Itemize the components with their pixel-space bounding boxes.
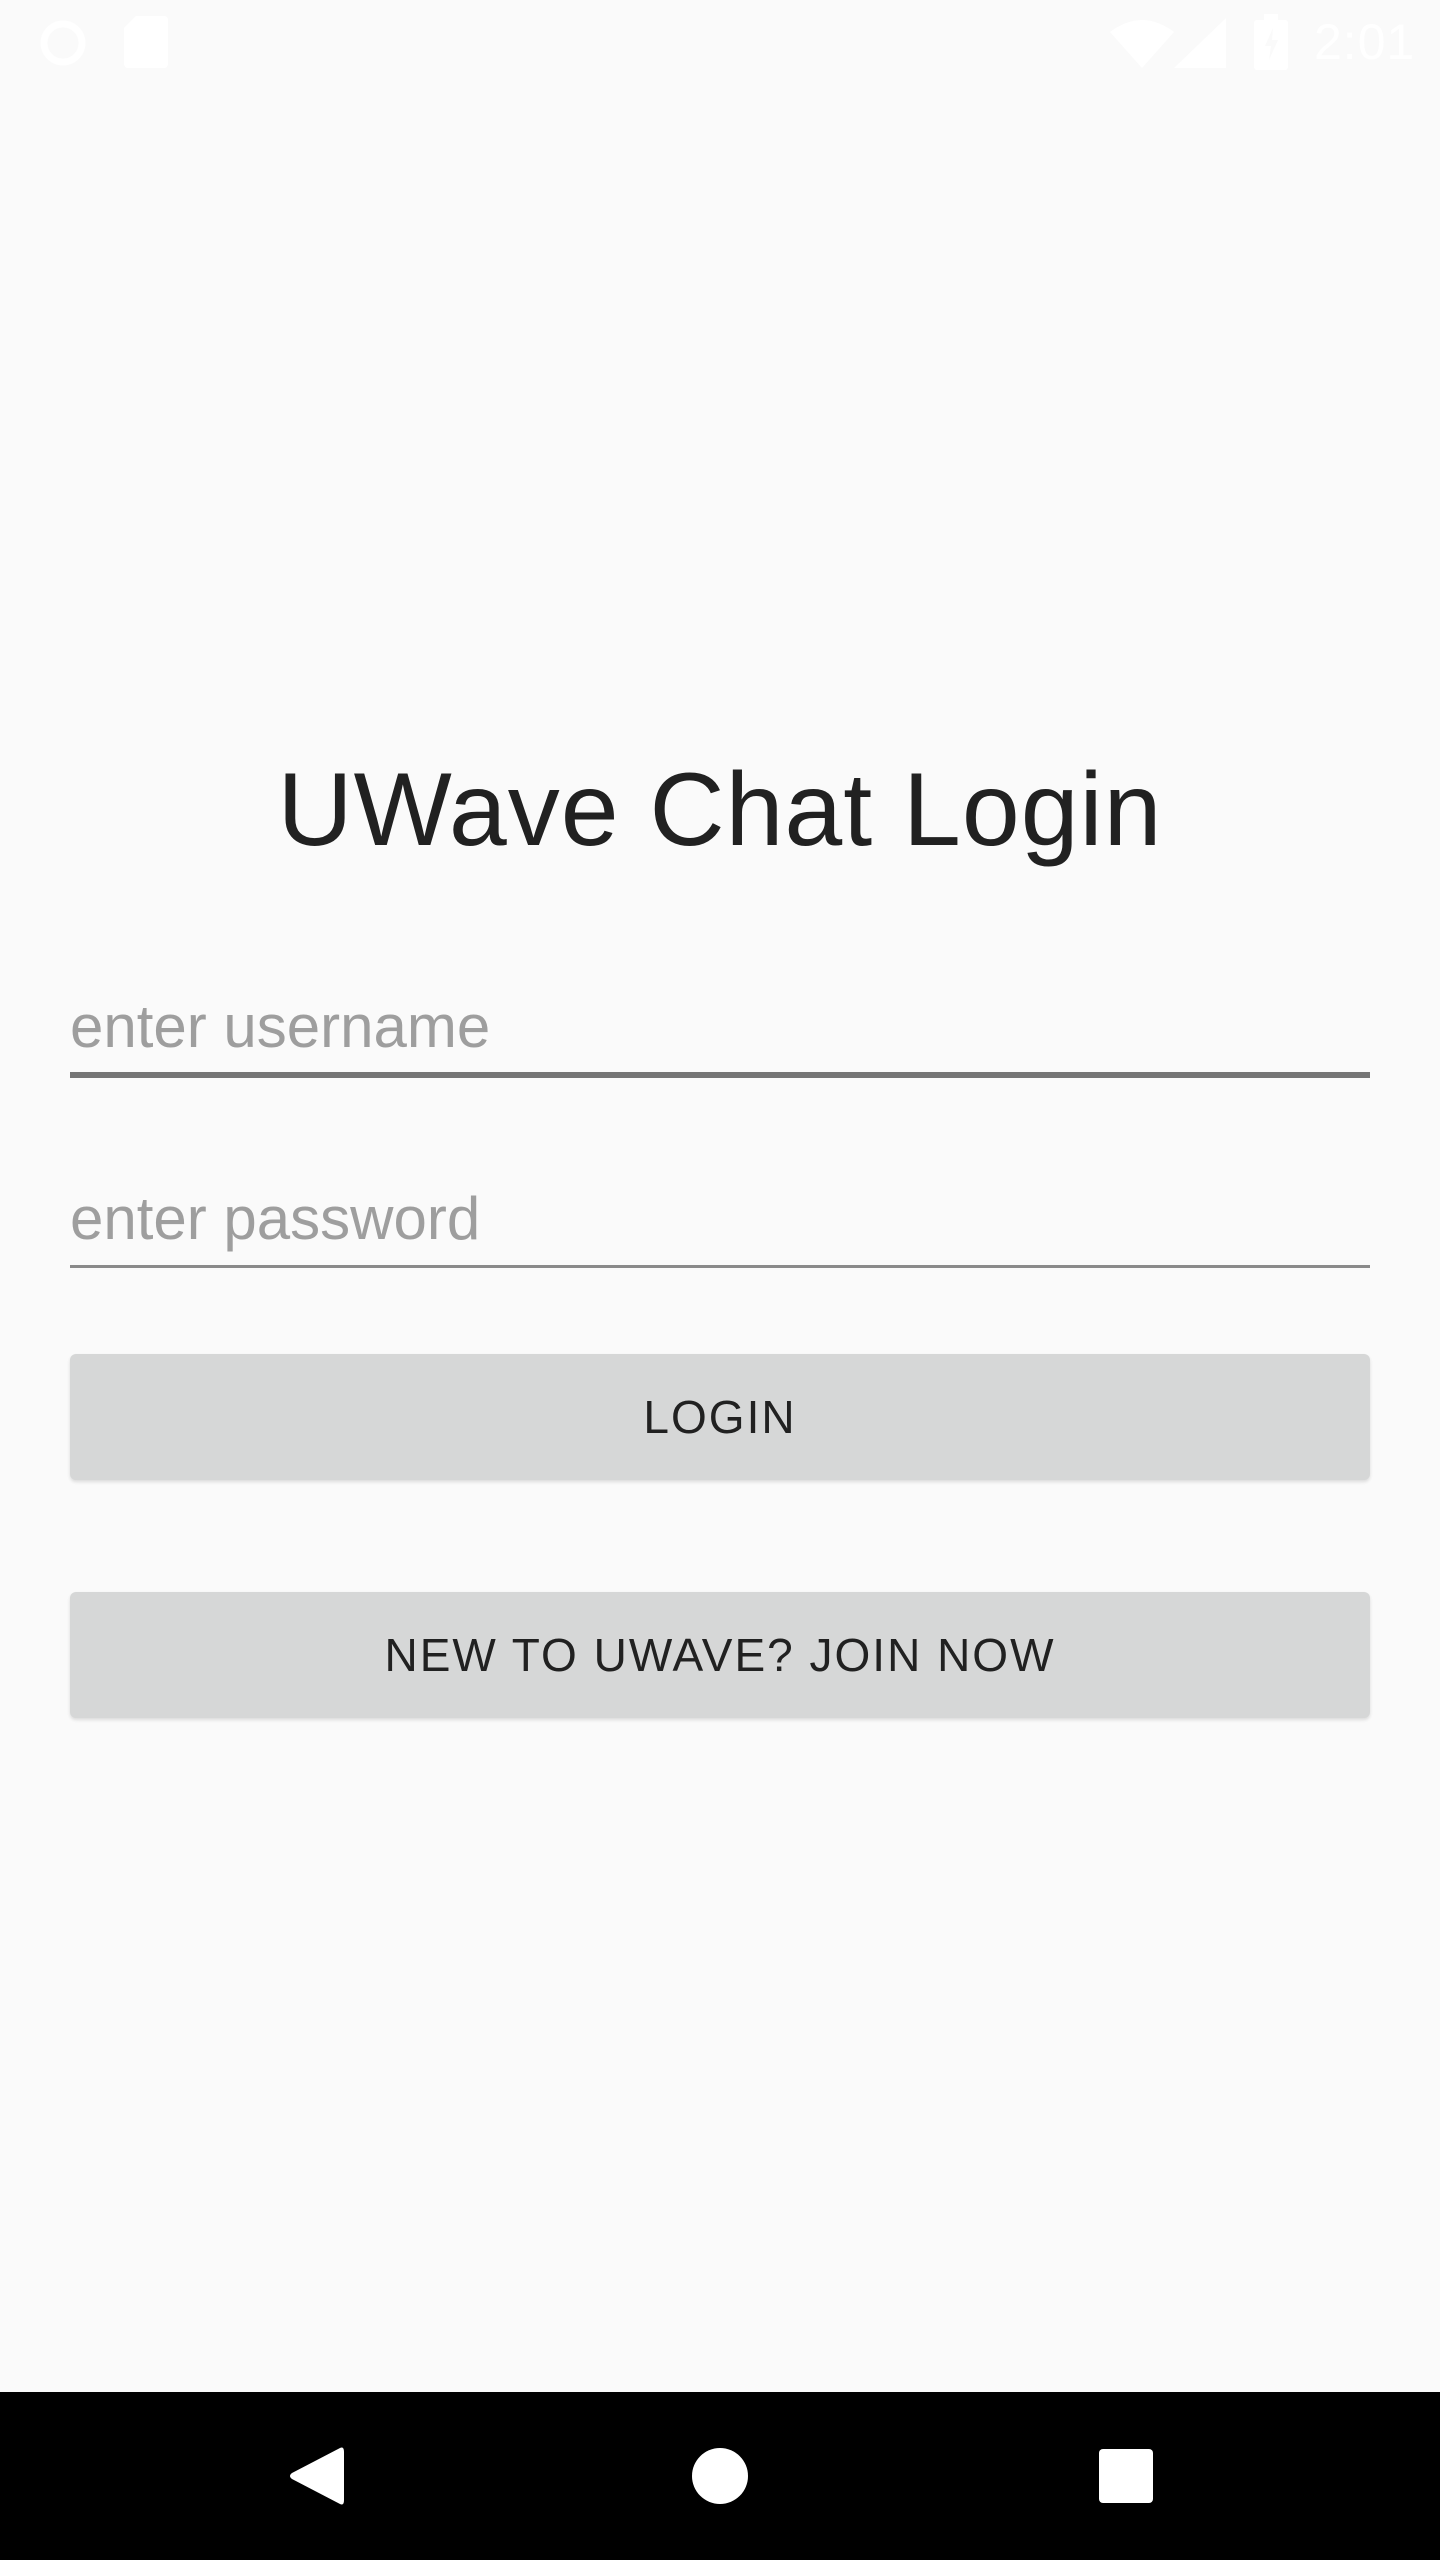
username-input[interactable] <box>70 980 1370 1078</box>
status-bar: 2:01 <box>0 0 1440 84</box>
back-button[interactable] <box>216 2392 416 2560</box>
join-now-button[interactable]: NEW TO UWAVE? JOIN NOW <box>70 1592 1370 1718</box>
recents-button[interactable] <box>1026 2392 1226 2560</box>
battery-charging-icon <box>1254 14 1288 70</box>
sync-icon <box>38 18 88 68</box>
status-time: 2:01 <box>1314 14 1416 70</box>
back-icon <box>290 2447 344 2505</box>
page-title: UWave Chat Login <box>277 752 1163 868</box>
home-icon <box>692 2448 748 2504</box>
password-input[interactable] <box>70 1172 1370 1268</box>
wifi-icon <box>1110 18 1174 68</box>
login-button[interactable]: LOGIN <box>70 1354 1370 1480</box>
recents-icon <box>1099 2449 1153 2503</box>
home-button[interactable] <box>620 2392 820 2560</box>
navigation-bar <box>0 2392 1440 2560</box>
cell-signal-icon <box>1174 18 1226 68</box>
sd-card-icon <box>124 16 168 68</box>
